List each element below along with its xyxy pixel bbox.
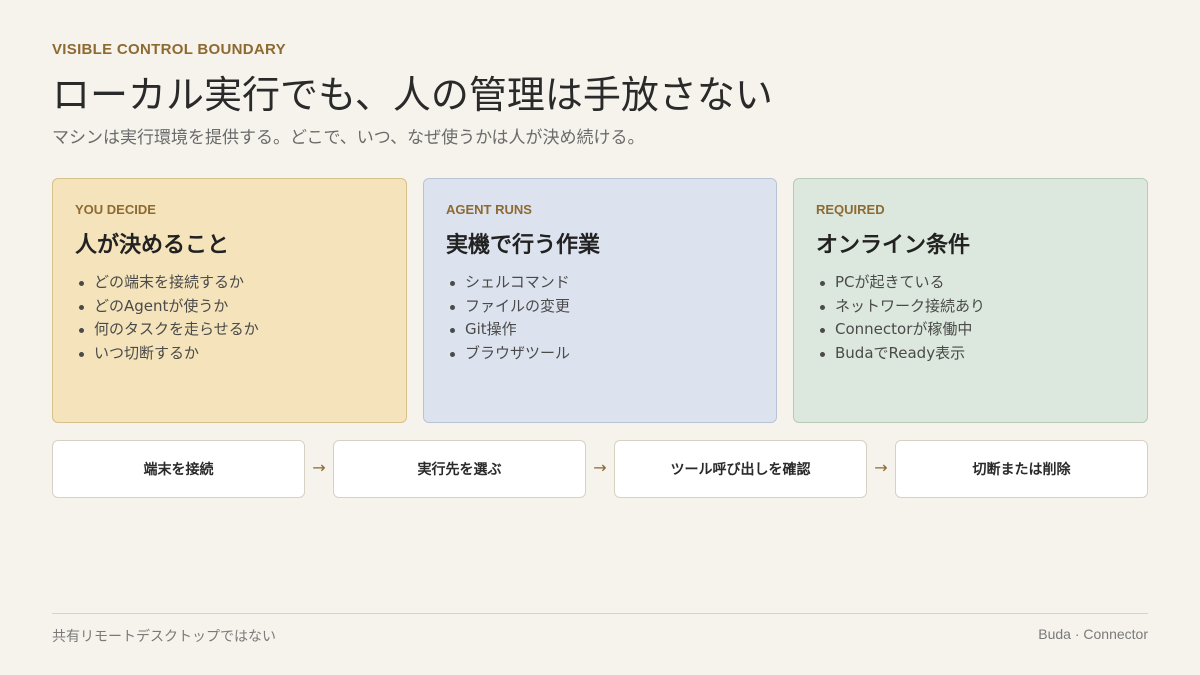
list-item: Git操作: [446, 318, 754, 342]
step-disconnect-or-delete: 切断または削除: [895, 440, 1148, 498]
list-item: どのAgentが使うか: [75, 295, 384, 319]
list-item: 何のタスクを走らせるか: [75, 318, 384, 342]
page-title: ローカル実行でも、人の管理は手放さない: [52, 73, 773, 117]
list-item: ファイルの変更: [446, 295, 754, 319]
eyebrow-label: VISIBLE CONTROL BOUNDARY: [52, 41, 286, 58]
card-tag: AGENT RUNS: [446, 202, 532, 217]
card-heading: オンライン条件: [816, 233, 971, 258]
step-choose-target: 実行先を選ぶ: [333, 440, 586, 498]
arrow-right-icon: →: [874, 458, 888, 477]
list-item: ブラウザツール: [446, 342, 754, 366]
list-item: いつ切断するか: [75, 342, 384, 366]
card-list: シェルコマンド ファイルの変更 Git操作 ブラウザツール: [446, 271, 754, 365]
list-item: Connectorが稼働中: [816, 318, 1125, 342]
card-required: REQUIRED オンライン条件 PCが起きている ネットワーク接続あり Con…: [793, 178, 1148, 423]
footer-note: 共有リモートデスクトップではない: [52, 629, 276, 645]
arrow-right-icon: →: [593, 458, 607, 477]
page-subtitle: マシンは実行環境を提供する。どこで、いつ、なぜ使うかは人が決め続ける。: [52, 128, 645, 148]
card-heading: 実機で行う作業: [446, 233, 601, 258]
list-item: PCが起きている: [816, 271, 1125, 295]
list-item: BudaでReady表示: [816, 342, 1125, 366]
card-list: どの端末を接続するか どのAgentが使うか 何のタスクを走らせるか いつ切断す…: [75, 271, 384, 365]
arrow-right-icon: →: [312, 458, 326, 477]
step-confirm-tool-call: ツール呼び出しを確認: [614, 440, 867, 498]
card-tag: YOU DECIDE: [75, 202, 156, 217]
footer-divider: [52, 613, 1148, 614]
card-list: PCが起きている ネットワーク接続あり Connectorが稼働中 BudaでR…: [816, 271, 1125, 365]
card-agent-runs: AGENT RUNS 実機で行う作業 シェルコマンド ファイルの変更 Git操作…: [423, 178, 777, 423]
list-item: どの端末を接続するか: [75, 271, 384, 295]
list-item: ネットワーク接続あり: [816, 295, 1125, 319]
step-connect-device: 端末を接続: [52, 440, 305, 498]
footer-brand: Buda · Connector: [1038, 626, 1148, 642]
card-heading: 人が決めること: [75, 233, 230, 258]
card-you-decide: YOU DECIDE 人が決めること どの端末を接続するか どのAgentが使う…: [52, 178, 407, 423]
card-tag: REQUIRED: [816, 202, 885, 217]
list-item: シェルコマンド: [446, 271, 754, 295]
